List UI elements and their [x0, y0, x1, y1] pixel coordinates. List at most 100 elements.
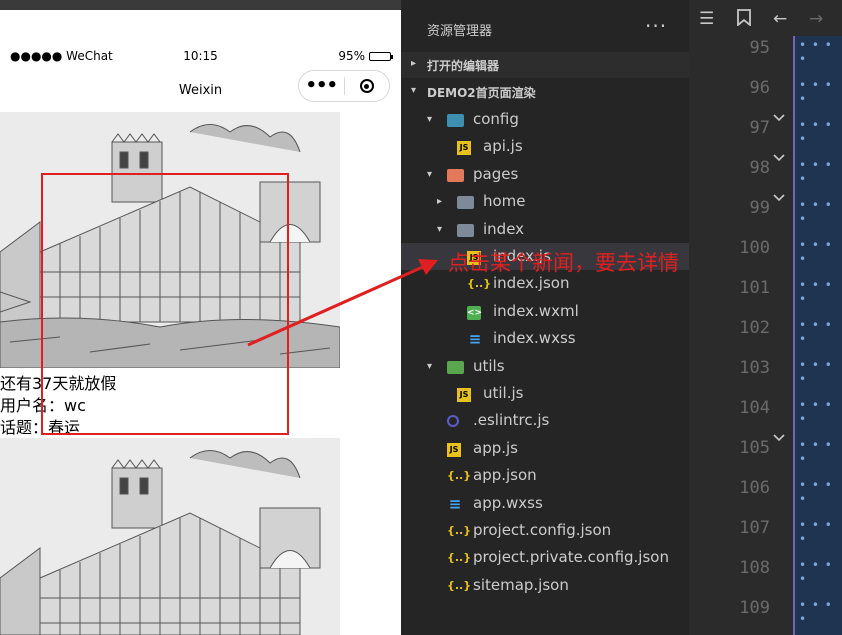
tree-item-index-wxml[interactable]: <> index.wxml — [401, 298, 689, 325]
news-item-highlight — [41, 173, 289, 435]
folder-icon — [457, 223, 474, 237]
fold-chevron-icon[interactable] — [773, 432, 785, 444]
tree-item-eslintrc-js[interactable]: .eslintrc.js — [401, 407, 689, 434]
whitespace-dots: • • • • — [799, 518, 833, 546]
back-arrow-icon[interactable]: ← — [773, 9, 787, 29]
chevron-down-icon[interactable]: ▾ — [427, 161, 432, 188]
line-number: 97 — [749, 118, 770, 138]
news-image[interactable] — [0, 438, 340, 635]
line-number: 104 — [739, 398, 770, 418]
capsule-button[interactable]: ••• — [298, 70, 390, 102]
tree-item-utils[interactable]: ▾ utils — [401, 353, 689, 380]
chevron-right-icon: ▸ — [411, 58, 417, 69]
forward-arrow-icon[interactable]: → — [809, 9, 823, 29]
line-number: 108 — [739, 558, 770, 578]
javascript-file-icon: JS — [457, 388, 471, 402]
more-menu-icon[interactable]: ••• — [299, 71, 344, 101]
tree-item-label: sitemap.json — [473, 575, 569, 594]
json-file-icon: {..} — [447, 469, 472, 483]
project-label: DEMO2首页面渲染 — [427, 86, 536, 100]
tree-item-util-js[interactable]: JS util.js — [401, 380, 689, 407]
whitespace-dots: • • • • — [799, 478, 833, 506]
line-number: 100 — [739, 238, 770, 258]
wxss-file-icon: ≡ — [468, 330, 482, 349]
whitespace-dots: • • • • — [799, 198, 833, 226]
pages-folder-icon — [447, 168, 464, 182]
outline-icon[interactable]: ☰ — [699, 9, 714, 29]
whitespace-dots: • • • • — [799, 38, 833, 66]
battery-indicator: 95% — [338, 49, 393, 63]
tree-item-label: app.js — [473, 438, 518, 457]
code-editor: ☰ ← → 95 96 97 98 99 100 101 102 103 104 105 106 107… — [689, 0, 842, 635]
open-editors-label: 打开的编辑器 — [427, 59, 500, 73]
tree-item-app-json[interactable]: {..} app.json — [401, 462, 689, 489]
wxml-file-icon: <> — [467, 305, 483, 320]
tree-item-label: api.js — [483, 137, 523, 156]
json-file-icon: {..} — [467, 277, 492, 291]
whitespace-dots: • • • • — [799, 558, 833, 586]
explorer-title: 资源管理器 — [427, 24, 493, 39]
explorer-header: 资源管理器 ··· — [401, 0, 689, 52]
line-number: 106 — [739, 478, 770, 498]
line-number: 109 — [739, 598, 770, 618]
tree-item-home[interactable]: ▸ home — [401, 188, 689, 215]
tree-item-config[interactable]: ▾ config — [401, 106, 689, 133]
line-number: 96 — [749, 78, 770, 98]
tree-item-api-js[interactable]: JS api.js — [401, 133, 689, 160]
more-actions-icon[interactable]: ··· — [645, 14, 667, 38]
tree-item-label: index — [483, 219, 525, 238]
whitespace-dots: • • • • — [799, 318, 833, 346]
file-explorer: 资源管理器 ··· ▸ 打开的编辑器 ▾ DEMO2首页面渲染 ▾ config J… — [401, 0, 689, 635]
whitespace-dots: • • • • — [799, 398, 833, 426]
json-file-icon: {..} — [447, 551, 472, 565]
line-number: 95 — [749, 38, 770, 58]
close-miniprogram-icon[interactable] — [345, 79, 390, 93]
tree-item-label: .eslintrc.js — [473, 411, 550, 430]
chevron-down-icon[interactable]: ▾ — [437, 216, 442, 243]
json-file-icon: {..} — [447, 524, 472, 537]
tree-item-project-config-json[interactable]: {..} project.config.json — [401, 517, 689, 544]
fold-chevron-icon[interactable] — [773, 152, 785, 164]
chevron-down-icon[interactable]: ▾ — [427, 353, 432, 380]
config-folder-icon — [447, 114, 464, 127]
line-number: 103 — [739, 358, 770, 378]
line-number: 105 — [739, 438, 770, 458]
fold-chevron-icon[interactable] — [773, 192, 785, 204]
editor-toolbar: ☰ ← → — [689, 0, 842, 38]
whitespace-dots: • • • • — [799, 358, 833, 386]
folder-icon — [457, 196, 474, 210]
utils-folder-icon — [447, 360, 464, 374]
tree-item-pages[interactable]: ▾ pages — [401, 161, 689, 188]
open-editors-section[interactable]: ▸ 打开的编辑器 — [401, 52, 689, 78]
tree-item-app-wxss[interactable]: ≡ app.wxss — [401, 490, 689, 517]
tree-item-index-wxss[interactable]: ≡ index.wxss — [401, 325, 689, 352]
whitespace-dots: • • • • — [799, 438, 833, 466]
json-file-icon: {..} — [447, 578, 472, 592]
annotation-text: 点击某个新闻，要去详情 — [448, 251, 679, 275]
tree-item-label: config — [473, 110, 519, 128]
tree-item-label: home — [483, 192, 526, 211]
whitespace-dots: • • • • — [799, 78, 833, 106]
tree-item-label: utils — [473, 356, 505, 375]
tree-item-label: project.config.json — [473, 521, 612, 539]
line-number: 107 — [739, 518, 770, 538]
chevron-down-icon[interactable]: ▾ — [427, 106, 432, 133]
line-number: 101 — [739, 278, 770, 298]
project-section[interactable]: ▾ DEMO2首页面渲染 — [401, 79, 689, 105]
wxss-file-icon: ≡ — [448, 494, 462, 513]
javascript-file-icon: JS — [457, 141, 471, 156]
tree-item-project-private-config-json[interactable]: {..} project.private.config.json — [401, 544, 689, 571]
tree-item-label: pages — [473, 164, 519, 183]
whitespace-dots: • • • • — [799, 598, 833, 626]
tree-item-sitemap-json[interactable]: {..} sitemap.json — [401, 572, 689, 599]
javascript-file-icon: JS — [447, 442, 461, 457]
bookmark-icon[interactable] — [737, 9, 751, 31]
eslint-config-icon — [447, 415, 459, 428]
whitespace-dots: • • • • — [799, 118, 833, 146]
tree-item-index[interactable]: ▾ index — [401, 216, 689, 243]
fold-chevron-icon[interactable] — [773, 112, 785, 124]
chevron-right-icon[interactable]: ▸ — [437, 188, 442, 215]
code-area[interactable]: • • • • • • • • • • • • • • • • • • • • • • •… — [793, 36, 842, 635]
tree-item-app-js[interactable]: JS app.js — [401, 435, 689, 462]
line-number: 102 — [739, 318, 770, 338]
